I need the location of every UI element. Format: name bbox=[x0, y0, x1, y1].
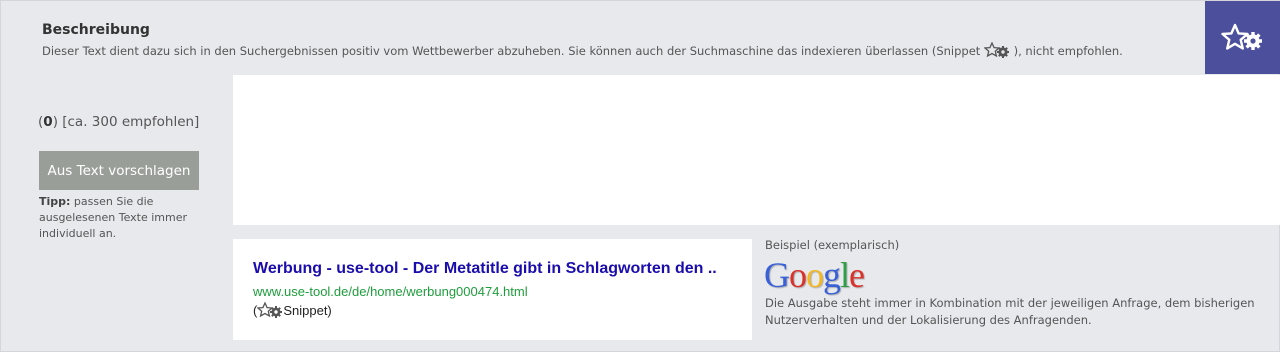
tip-text: Tipp: passen Sie die ausgelesenen Texte … bbox=[39, 194, 229, 242]
preview-url: www.use-tool.de/de/home/werbung000474.ht… bbox=[253, 284, 528, 299]
google-logo-letter: e bbox=[849, 255, 865, 295]
preview-title-link[interactable]: Werbung - use-tool - Der Metatitle gibt … bbox=[253, 260, 732, 278]
section-title: Beschreibung bbox=[42, 22, 150, 38]
character-counter: (0) [ca. 300 empfohlen] bbox=[38, 114, 199, 130]
snippet-label: Snippet) bbox=[283, 303, 332, 318]
description-text: Dieser Text dient dazu sich in den Suche… bbox=[42, 44, 981, 58]
search-result-preview: Werbung - use-tool - Der Metatitle gibt … bbox=[233, 239, 752, 340]
star-gear-icon bbox=[983, 42, 1009, 58]
google-logo-letter: l bbox=[840, 255, 850, 295]
section-header: Beschreibung Dieser Text dient dazu sich… bbox=[42, 22, 1123, 58]
preview-snippet: ( Snippet) bbox=[253, 302, 732, 318]
google-logo-letter: g bbox=[823, 255, 841, 295]
suggest-from-text-button[interactable]: Aus Text vorschlagen bbox=[39, 151, 199, 190]
example-note: Die Ausgabe steht immer in Kombination m… bbox=[765, 296, 1255, 327]
google-logo-letter: o bbox=[806, 255, 824, 295]
star-gear-icon bbox=[257, 302, 283, 318]
description-text-end: ), nicht empfohlen. bbox=[1013, 44, 1123, 58]
character-count: 0 bbox=[43, 114, 53, 130]
star-gear-icon bbox=[1220, 23, 1262, 50]
google-logo: Google bbox=[764, 255, 865, 295]
example-label: Beispiel (exemplarisch) bbox=[765, 238, 900, 252]
tip-label: Tipp: bbox=[39, 195, 71, 208]
description-input[interactable] bbox=[233, 75, 1280, 225]
counter-recommendation: ) [ca. 300 empfohlen] bbox=[52, 114, 200, 130]
section-description: Dieser Text dient dazu sich in den Suche… bbox=[42, 42, 1123, 58]
google-logo-letter: o bbox=[789, 255, 807, 295]
snippet-badge[interactable] bbox=[1205, 1, 1280, 74]
google-logo-letter: G bbox=[764, 255, 790, 295]
